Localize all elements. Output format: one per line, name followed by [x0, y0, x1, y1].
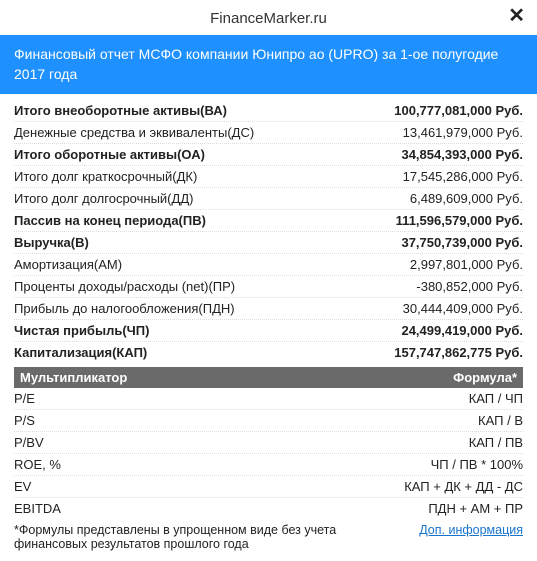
multiplier-row: P/BVКАП / ПВ: [14, 432, 523, 454]
finance-row-value: 111,596,579,000 Руб.: [388, 213, 523, 228]
finance-row-label: Денежные средства и эквиваленты(ДС): [14, 125, 395, 140]
finance-row-value: 37,750,739,000 Руб.: [393, 235, 523, 250]
finance-row-label: Итого долг краткосрочный(ДК): [14, 169, 395, 184]
finance-row: Прибыль до налогообложения(ПДН)30,444,40…: [14, 298, 523, 320]
finance-row: Амортизация(АМ)2,997,801,000 Руб.: [14, 254, 523, 276]
multiplier-label: P/BV: [14, 435, 461, 450]
multiplier-formula: КАП / ЧП: [461, 391, 523, 406]
multiplier-row: P/SКАП / В: [14, 410, 523, 432]
multipliers-header-right: Формула*: [453, 370, 517, 385]
footnote-text: *Формулы представлены в упрощенном виде …: [14, 523, 419, 551]
finance-row: Итого внеоборотные активы(ВА)100,777,081…: [14, 100, 523, 122]
finance-row-value: 100,777,081,000 Руб.: [386, 103, 523, 118]
finance-row-value: -380,852,000 Руб.: [408, 279, 523, 294]
finance-row-value: 13,461,979,000 Руб.: [395, 125, 523, 140]
report-content: Итого внеоборотные активы(ВА)100,777,081…: [0, 94, 537, 561]
finance-row-value: 34,854,393,000 Руб.: [393, 147, 523, 162]
multiplier-formula: ПДН + АМ + ПР: [420, 501, 523, 516]
finance-row-label: Выручка(В): [14, 235, 393, 250]
finance-row: Выручка(В)37,750,739,000 Руб.: [14, 232, 523, 254]
finance-row-label: Чистая прибыль(ЧП): [14, 323, 393, 338]
finance-row: Чистая прибыль(ЧП)24,499,419,000 Руб.: [14, 320, 523, 342]
finance-row-label: Прибыль до налогообложения(ПДН): [14, 301, 395, 316]
finance-row: Денежные средства и эквиваленты(ДС)13,46…: [14, 122, 523, 144]
finance-row: Капитализация(КАП)157,747,862,775 Руб.: [14, 342, 523, 363]
finance-row-label: Итого внеоборотные активы(ВА): [14, 103, 386, 118]
multiplier-row: EVКАП + ДК + ДД - ДС: [14, 476, 523, 498]
finance-row-value: 24,499,419,000 Руб.: [393, 323, 523, 338]
site-title: FinanceMarker.ru: [210, 10, 327, 27]
finance-row-value: 157,747,862,775 Руб.: [386, 345, 523, 360]
finance-row: Пассив на конец периода(ПВ)111,596,579,0…: [14, 210, 523, 232]
multipliers-header: Мультипликатор Формула*: [14, 367, 523, 388]
multiplier-label: ROE, %: [14, 457, 423, 472]
finance-row-label: Пассив на конец периода(ПВ): [14, 213, 388, 228]
multiplier-row: P/EКАП / ЧП: [14, 388, 523, 410]
more-info-link[interactable]: Доп. информация: [419, 523, 523, 537]
multiplier-row: ROE, %ЧП / ПВ * 100%: [14, 454, 523, 476]
finance-row-label: Капитализация(КАП): [14, 345, 386, 360]
finance-row-value: 30,444,409,000 Руб.: [395, 301, 523, 316]
multiplier-label: EBITDA: [14, 501, 420, 516]
finance-row-value: 6,489,609,000 Руб.: [402, 191, 523, 206]
close-icon[interactable]: ✕: [508, 6, 525, 26]
finance-row-label: Проценты доходы/расходы (net)(ПР): [14, 279, 408, 294]
modal-header: FinanceMarker.ru ✕: [0, 0, 537, 35]
finance-row-value: 2,997,801,000 Руб.: [402, 257, 523, 272]
finance-row-label: Итого оборотные активы(ОА): [14, 147, 393, 162]
footnote: *Формулы представлены в упрощенном виде …: [14, 519, 523, 551]
finance-row: Итого долг краткосрочный(ДК)17,545,286,0…: [14, 166, 523, 188]
multiplier-row: EBITDAПДН + АМ + ПР: [14, 498, 523, 519]
finance-row-label: Амортизация(АМ): [14, 257, 402, 272]
finance-row: Итого оборотные активы(ОА)34,854,393,000…: [14, 144, 523, 166]
report-title-banner: Финансовый отчет МСФО компании Юнипро ао…: [0, 35, 537, 94]
finance-row-value: 17,545,286,000 Руб.: [395, 169, 523, 184]
multiplier-formula: ЧП / ПВ * 100%: [423, 457, 523, 472]
finance-row-label: Итого долг долгосрочный(ДД): [14, 191, 402, 206]
multiplier-label: P/S: [14, 413, 470, 428]
finance-row: Проценты доходы/расходы (net)(ПР)-380,85…: [14, 276, 523, 298]
multiplier-formula: КАП + ДК + ДД - ДС: [396, 479, 523, 494]
finance-row: Итого долг долгосрочный(ДД)6,489,609,000…: [14, 188, 523, 210]
multiplier-label: EV: [14, 479, 396, 494]
multiplier-label: P/E: [14, 391, 461, 406]
multiplier-formula: КАП / ПВ: [461, 435, 523, 450]
multiplier-formula: КАП / В: [470, 413, 523, 428]
multipliers-header-left: Мультипликатор: [20, 370, 127, 385]
